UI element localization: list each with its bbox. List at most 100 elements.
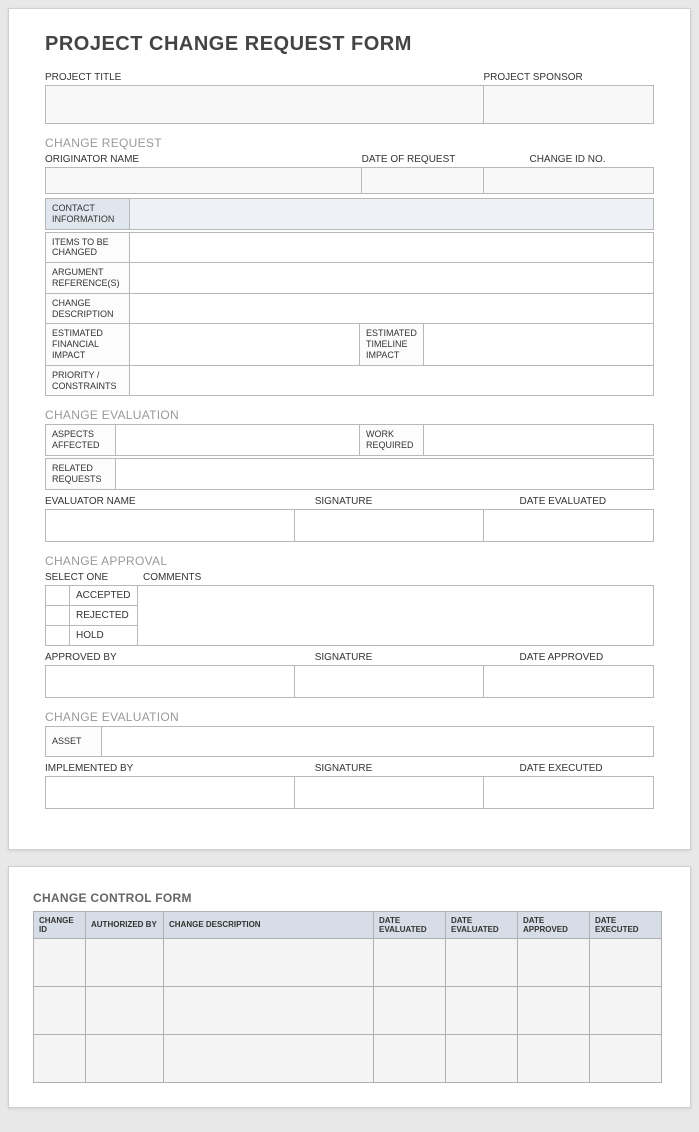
table-row xyxy=(34,938,662,986)
project-title-label: PROJECT TITLE xyxy=(45,70,483,85)
cell-authorized-by[interactable] xyxy=(86,1034,164,1082)
est-financial-label: ESTIMATED FINANCIAL IMPACT xyxy=(46,324,130,365)
items-changed-input[interactable] xyxy=(130,232,654,263)
eval-rows-table: ASPECTS AFFECTED WORK REQUIRED xyxy=(45,424,654,456)
header-change-desc: CHANGE DESCRIPTION xyxy=(164,911,374,938)
est-financial-input[interactable] xyxy=(130,324,360,365)
hold-checkbox[interactable] xyxy=(46,625,70,645)
header-date-approved: DATE APPROVED xyxy=(518,911,590,938)
rejected-label: REJECTED xyxy=(70,605,138,625)
change-desc-label: CHANGE DESCRIPTION xyxy=(46,293,130,324)
change-eval-heading: CHANGE EVALUATION xyxy=(45,408,654,422)
cell-change-desc[interactable] xyxy=(164,986,374,1034)
select-one-label: SELECT ONE xyxy=(45,570,143,585)
change-request-heading: CHANGE REQUEST xyxy=(45,136,654,150)
cell-date-eval1[interactable] xyxy=(374,938,446,986)
page-2: CHANGE CONTROL FORM CHANGE ID AUTHORIZED… xyxy=(8,866,691,1108)
control-table: CHANGE ID AUTHORIZED BY CHANGE DESCRIPTI… xyxy=(33,911,662,1083)
rejected-checkbox[interactable] xyxy=(46,605,70,625)
impl-signature-input[interactable] xyxy=(295,776,483,808)
cell-date-executed[interactable] xyxy=(590,986,662,1034)
approval-signature-label: SIGNATURE xyxy=(295,650,484,665)
cell-date-eval2[interactable] xyxy=(446,938,518,986)
impl-signature-label: SIGNATURE xyxy=(295,761,484,776)
items-changed-label: ITEMS TO BE CHANGED xyxy=(46,232,130,263)
work-required-label: WORK REQUIRED xyxy=(360,425,424,456)
cell-authorized-by[interactable] xyxy=(86,938,164,986)
accepted-label: ACCEPTED xyxy=(70,585,138,605)
eval-signature-input[interactable] xyxy=(295,509,483,541)
cr-rows-table: ITEMS TO BE CHANGED ARGUMENT REFERENCE(S… xyxy=(45,232,654,397)
cell-date-executed[interactable] xyxy=(590,1034,662,1082)
header-date-eval1: DATE EVALUATED xyxy=(374,911,446,938)
implemented-by-input[interactable] xyxy=(46,776,295,808)
priority-input[interactable] xyxy=(130,365,654,396)
cell-date-eval1[interactable] xyxy=(374,1034,446,1082)
comments-label: COMMENTS xyxy=(143,570,654,585)
cell-change-id[interactable] xyxy=(34,986,86,1034)
form-title: PROJECT CHANGE REQUEST FORM xyxy=(45,33,654,56)
table-row xyxy=(34,986,662,1034)
approval-signature-input[interactable] xyxy=(295,665,483,697)
hold-label: HOLD xyxy=(70,625,138,645)
date-request-label: DATE OF REQUEST xyxy=(362,152,484,167)
related-input[interactable] xyxy=(116,458,654,489)
control-form-title: CHANGE CONTROL FORM xyxy=(33,891,662,905)
cell-change-id[interactable] xyxy=(34,938,86,986)
header-date-eval2: DATE EVALUATED xyxy=(446,911,518,938)
top-labels: PROJECT TITLE PROJECT SPONSOR xyxy=(45,70,654,85)
cell-change-desc[interactable] xyxy=(164,1034,374,1082)
cell-date-approved[interactable] xyxy=(518,986,590,1034)
cell-date-eval2[interactable] xyxy=(446,1034,518,1082)
eval-signature-label: SIGNATURE xyxy=(295,494,484,509)
cr-labels: ORIGINATOR NAME DATE OF REQUEST CHANGE I… xyxy=(45,152,654,167)
aspects-label: ASPECTS AFFECTED xyxy=(46,425,116,456)
page-1: PROJECT CHANGE REQUEST FORM PROJECT TITL… xyxy=(8,8,691,850)
cell-date-eval2[interactable] xyxy=(446,986,518,1034)
change-id-label: CHANGE ID NO. xyxy=(483,152,654,167)
date-executed-input[interactable] xyxy=(483,776,653,808)
date-request-input[interactable] xyxy=(362,168,484,194)
approval-labels: SELECT ONE COMMENTS xyxy=(45,570,654,585)
approved-sign-labels: APPROVED BY SIGNATURE DATE APPROVED xyxy=(45,650,654,665)
work-required-input[interactable] xyxy=(424,425,654,456)
originator-input[interactable] xyxy=(46,168,362,194)
related-label: RELATED REQUESTS xyxy=(46,458,116,489)
eval-sign-labels: EVALUATOR NAME SIGNATURE DATE EVALUATED xyxy=(45,494,654,509)
cell-change-desc[interactable] xyxy=(164,938,374,986)
cell-change-id[interactable] xyxy=(34,1034,86,1082)
est-timeline-input[interactable] xyxy=(423,324,653,365)
evaluator-label: EVALUATOR NAME xyxy=(45,494,295,509)
change-desc-input[interactable] xyxy=(130,293,654,324)
cell-date-approved[interactable] xyxy=(518,1034,590,1082)
accepted-checkbox[interactable] xyxy=(46,585,70,605)
approved-sign-table xyxy=(45,665,654,698)
evaluator-input[interactable] xyxy=(46,509,295,541)
project-sponsor-input[interactable] xyxy=(483,86,653,124)
asset-input[interactable] xyxy=(102,726,654,756)
cell-date-executed[interactable] xyxy=(590,938,662,986)
cr-input-table xyxy=(45,167,654,194)
table-row xyxy=(34,1034,662,1082)
change-id-input[interactable] xyxy=(483,168,653,194)
cr-detail-table: CONTACT INFORMATION xyxy=(45,198,654,230)
contact-info-label: CONTACT INFORMATION xyxy=(46,199,130,230)
date-eval-label: DATE EVALUATED xyxy=(483,494,654,509)
contact-info-input[interactable] xyxy=(130,199,654,230)
approved-by-input[interactable] xyxy=(46,665,295,697)
header-authorized-by: AUTHORIZED BY xyxy=(86,911,164,938)
date-approved-label: DATE APPROVED xyxy=(483,650,654,665)
project-title-input[interactable] xyxy=(46,86,484,124)
date-eval-input[interactable] xyxy=(483,509,653,541)
asset-label: ASSET xyxy=(46,726,102,756)
impl-sign-labels: IMPLEMENTED BY SIGNATURE DATE EXECUTED xyxy=(45,761,654,776)
cell-date-approved[interactable] xyxy=(518,938,590,986)
comments-input[interactable] xyxy=(138,585,654,645)
cell-date-eval1[interactable] xyxy=(374,986,446,1034)
control-header-row: CHANGE ID AUTHORIZED BY CHANGE DESCRIPTI… xyxy=(34,911,662,938)
argument-ref-input[interactable] xyxy=(130,263,654,294)
cell-authorized-by[interactable] xyxy=(86,986,164,1034)
aspects-input[interactable] xyxy=(116,425,360,456)
eval-related-table: RELATED REQUESTS xyxy=(45,458,654,490)
date-approved-input[interactable] xyxy=(483,665,653,697)
